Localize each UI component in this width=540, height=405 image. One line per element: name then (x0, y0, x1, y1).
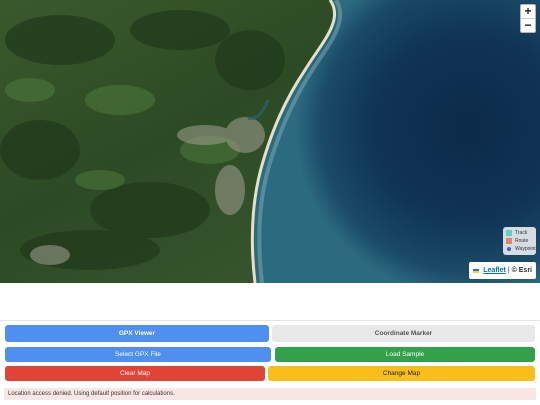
tab-coordinate-marker[interactable]: Coordinate Marker (272, 325, 535, 342)
legend-label: Route (515, 238, 529, 244)
legend-item-track: Track (506, 229, 534, 237)
leaflet-link[interactable]: Leaflet (483, 267, 506, 274)
zoom-control: + − (520, 4, 536, 33)
legend-label: Track (515, 230, 528, 236)
legend-label: Waypoint (515, 246, 536, 252)
zoom-in-button[interactable]: + (521, 5, 535, 18)
map-view[interactable]: + − Track Route Waypoint Leaflet | © Esr… (0, 0, 540, 283)
map-attribution: Leaflet | © Esri (469, 262, 536, 279)
change-map-button[interactable]: Change Map (268, 366, 535, 381)
legend-item-waypoint: Waypoint (506, 245, 536, 253)
load-sample-button[interactable]: Load Sample (275, 347, 535, 362)
esri-credit: © Esri (511, 267, 532, 274)
clear-map-button[interactable]: Clear Map (5, 366, 265, 381)
route-swatch-icon (506, 238, 512, 244)
satellite-imagery (0, 0, 540, 283)
legend-item-route: Route (506, 237, 534, 245)
waypoint-dot-icon (507, 247, 511, 251)
attribution-separator: | (507, 267, 510, 274)
select-gpx-file-button[interactable]: Select GPX File (5, 347, 271, 362)
ukraine-flag-icon (473, 268, 480, 273)
divider (0, 320, 540, 321)
map-legend: Track Route Waypoint (503, 227, 536, 255)
track-swatch-icon (506, 230, 512, 236)
zoom-out-button[interactable]: − (521, 18, 535, 32)
status-message: Location access denied. Using default po… (4, 388, 536, 400)
tab-gpx-viewer[interactable]: GPX Viewer (5, 325, 269, 342)
